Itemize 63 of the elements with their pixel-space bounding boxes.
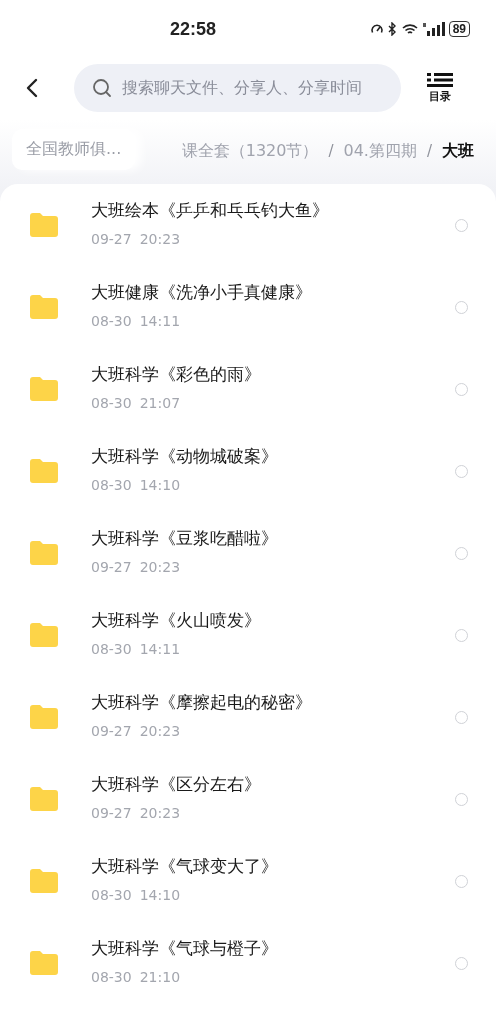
file-time: 21:07 [139,394,181,411]
folder-icon [30,377,58,401]
file-row[interactable]: 大班科学《气球与橙子》 08-30 21:10 [0,922,496,1004]
file-time: 14:11 [139,640,181,657]
file-name: 大班科学《动物城破案》 [91,445,279,468]
folder-icon [30,951,58,975]
file-row[interactable]: 大班绘本《乒乒和乓乓钓大鱼》 09-27 20:23 [0,184,496,266]
file-row[interactable]: 大班科学《彩色的雨》 08-30 21:07 [0,348,496,430]
back-icon [26,78,38,98]
file-name: 大班绘本《乒乒和乓乓钓大鱼》 [91,199,330,222]
folder-icon [30,541,58,565]
file-name: 大班科学《气球与橙子》 [91,937,279,960]
file-name: 大班科学《气球变大了》 [91,855,279,878]
file-time: 14:10 [139,886,181,903]
file-date: 09-27 [91,558,132,575]
signal-icon [422,22,445,36]
folder-icon [30,623,58,647]
file-name: 大班科学《彩色的雨》 [91,363,262,386]
folder-icon [30,459,58,483]
breadcrumb-separator: / [426,142,432,160]
file-name: 大班健康《洗净小手真健康》 [91,281,313,304]
file-time: 14:11 [139,312,181,329]
file-date: 08-30 [91,394,132,411]
wifi-icon [400,22,419,36]
file-name: 大班科学《火山喷发》 [91,609,262,632]
file-row[interactable]: 大班科学《摩擦起电的秘密》 09-27 20:23 [0,676,496,758]
bluetooth-icon [387,22,397,36]
folder-icon [30,869,58,893]
file-row[interactable]: 大班科学《区分左右》 09-27 20:23 [0,758,496,840]
file-date: 08-30 [91,476,132,493]
file-date: 08-30 [91,312,132,329]
breadcrumb-item[interactable]: 大班 [442,140,474,162]
file-name: 大班科学《摩擦起电的秘密》 [91,691,313,714]
file-date: 08-30 [91,640,132,657]
list-icon [427,72,453,87]
search-icon [92,78,112,98]
folder-icon [30,787,58,811]
folder-icon [30,705,58,729]
file-date: 09-27 [91,722,132,739]
file-date: 09-27 [91,804,132,821]
table-of-contents-button[interactable]: 目录 [427,72,453,104]
battery-indicator: 89 [448,21,470,37]
file-row[interactable]: 大班科学《豆浆吃醋啦》 09-27 20:23 [0,512,496,594]
file-date: 08-30 [91,968,132,985]
file-time: 20:23 [139,558,181,575]
file-time: 20:23 [139,804,181,821]
file-time: 21:10 [139,968,181,985]
folder-icon [30,213,58,237]
file-date: 08-30 [91,886,132,903]
folder-icon [30,295,58,319]
file-time: 20:23 [139,722,181,739]
file-name: 大班科学《豆浆吃醋啦》 [91,527,279,550]
file-date: 09-27 [91,230,132,247]
file-row[interactable]: 大班科学《动物城破案》 08-30 14:10 [0,430,496,512]
file-time: 14:10 [139,476,181,493]
breadcrumb-separator: / [328,142,334,160]
file-name: 大班科学《区分左右》 [91,773,262,796]
file-row[interactable]: 大班健康《洗净小手真健康》 08-30 14:11 [0,266,496,348]
status-time: 22:58 [170,18,217,40]
file-time: 20:23 [139,230,181,247]
file-row[interactable]: 大班科学《气球变大了》 08-30 14:10 [0,840,496,922]
search-field[interactable]: 搜索聊天文件、分享人、分享时间 [74,64,401,112]
file-row[interactable]: 大班科学《火山喷发》 08-30 14:11 [0,594,496,676]
